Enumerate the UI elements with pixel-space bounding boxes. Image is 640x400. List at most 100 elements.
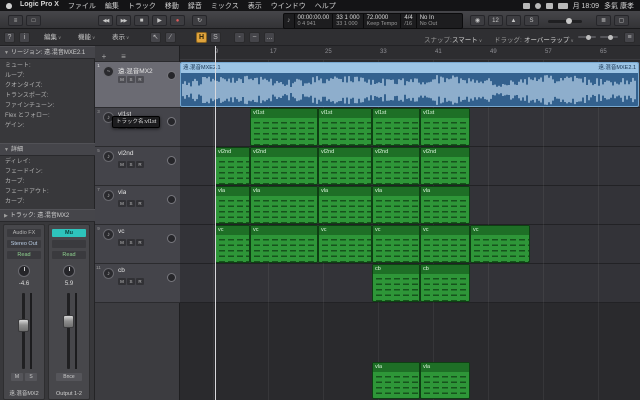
pan-knob[interactable] <box>18 265 30 277</box>
midi-region[interactable]: vla <box>318 186 372 224</box>
track-solo-button[interactable]: S <box>127 200 135 207</box>
strip-name[interactable]: Output 1-2 <box>49 391 89 397</box>
track-header[interactable]: 11 ♪ cb M S R <box>95 264 180 303</box>
track-mute-button[interactable]: M <box>118 161 126 168</box>
pan-knob[interactable] <box>63 265 75 277</box>
metronome-icon[interactable]: ▲ <box>506 15 521 26</box>
region-inspector-header[interactable]: ▼ リージョン: 遠.混音MXE2.1 <box>0 46 95 59</box>
snap-menu[interactable]: スマート∨ <box>452 34 482 44</box>
pointer-tool-icon[interactable]: ↖ <box>150 32 161 43</box>
functions-menu[interactable]: 機能∨ <box>78 32 95 43</box>
stop-button[interactable]: ■ <box>134 15 149 26</box>
midi-region[interactable]: vla <box>215 186 250 224</box>
more-inspector-row[interactable]: フェードアウト: <box>0 187 95 197</box>
lcd-midi-io-section[interactable]: No In No Out <box>417 14 440 28</box>
flex-icon[interactable]: ~ <box>249 32 260 43</box>
region-inspector-row[interactable]: ファインチューン: <box>0 101 95 111</box>
midi-region[interactable]: vla <box>420 186 470 224</box>
track-name[interactable]: vl2nd <box>118 150 134 157</box>
toolbar-toggle-icon[interactable]: ≡ <box>8 15 23 26</box>
arrange-area[interactable]: 9 17 25 33 41 49 57 65 遠.混音MXE2.1 遠.混音MXE2.1 vl… <box>180 46 640 400</box>
display-status-icon[interactable] <box>522 2 530 9</box>
menubar-item[interactable]: 表示 <box>248 1 262 11</box>
count-in-icon[interactable]: 12 <box>488 15 503 26</box>
midi-region[interactable]: vla <box>372 186 420 224</box>
automation-mode-slot[interactable]: Read <box>7 251 41 259</box>
region-inspector-row[interactable]: クオンタイズ: <box>0 81 95 91</box>
forward-button[interactable]: ▶▶ <box>116 15 131 26</box>
more-inspector-row[interactable]: ディレイ: <box>0 157 95 167</box>
more-inspector-row[interactable]: フェードイン: <box>0 167 95 177</box>
battery-status-icon[interactable] <box>557 2 568 9</box>
wifi-status-icon[interactable] <box>545 2 553 9</box>
menubar-item[interactable]: ファイル <box>68 1 96 11</box>
midi-region[interactable]: vl2nd <box>372 147 420 185</box>
menubar-item[interactable]: ウインドウ <box>271 1 306 11</box>
apple-menu-icon[interactable] <box>6 2 12 9</box>
midi-region[interactable]: cb <box>372 264 420 302</box>
track-mute-button[interactable]: M <box>118 239 126 246</box>
midi-region[interactable]: vla <box>420 362 470 399</box>
menubar-clock[interactable]: 月 18:09 <box>573 1 599 11</box>
fader-handle[interactable] <box>63 315 74 328</box>
zoom-h-knob[interactable] <box>586 34 591 40</box>
zoom-horizontal-slider[interactable] <box>578 34 596 40</box>
media-browser-icon[interactable]: ▢ <box>614 15 629 26</box>
track-pan-knob[interactable] <box>167 195 176 204</box>
view-menu[interactable]: 表示∨ <box>112 32 129 43</box>
lcd-position-section[interactable]: 33 1 000 33 1 000 <box>333 14 364 28</box>
midi-region[interactable]: vla <box>250 186 318 224</box>
midi-region[interactable]: vl1st <box>372 108 420 146</box>
midi-region[interactable]: vl1st <box>250 108 318 146</box>
lcd-mode-section[interactable]: ♪ <box>284 14 295 28</box>
audio-fx-slot[interactable]: Audio FX <box>7 229 41 237</box>
track-mute-button[interactable]: M <box>118 76 126 83</box>
audio-region[interactable]: 遠.混音MXE2.1 遠.混音MXE2.1 <box>180 62 639 107</box>
track-solo-button[interactable]: S <box>127 239 135 246</box>
track-record-button[interactable]: R <box>136 76 144 83</box>
midi-region[interactable]: vc <box>250 225 318 263</box>
empty-slot[interactable] <box>52 240 86 248</box>
region-inspector-row[interactable]: トランスポーズ: <box>0 91 95 101</box>
midi-region[interactable]: cb <box>420 264 470 302</box>
track-solo-button[interactable]: S <box>127 161 135 168</box>
track-header[interactable]: 1 ~ 遠.混音MX2 M S R <box>95 62 180 108</box>
mute-plugin-slot[interactable]: Mu <box>52 229 86 237</box>
track-pan-knob[interactable] <box>167 117 176 126</box>
volume-fader[interactable] <box>63 293 74 369</box>
automation-mode-slot[interactable]: Read <box>52 251 86 259</box>
strip-name[interactable]: 遠.混音MX2 <box>4 389 44 397</box>
list-editors-icon[interactable]: ≣ <box>596 15 611 26</box>
track-mute-button[interactable]: M <box>118 200 126 207</box>
record-button[interactable]: ● <box>170 15 185 26</box>
playhead[interactable] <box>215 46 216 400</box>
tuner-icon[interactable]: ◉ <box>470 15 485 26</box>
midi-region[interactable]: vc <box>420 225 470 263</box>
midi-region[interactable]: vl2nd <box>250 147 318 185</box>
cycle-button[interactable]: ↻ <box>192 15 207 26</box>
track-record-button[interactable]: R <box>136 239 144 246</box>
track-name[interactable]: cb <box>118 267 125 274</box>
solo-mode-icon[interactable]: S <box>524 15 539 26</box>
mixer-toggle-icon[interactable]: □ <box>26 15 41 26</box>
midi-region[interactable]: vc <box>372 225 420 263</box>
track-record-button[interactable]: R <box>136 200 144 207</box>
midi-region[interactable]: vc <box>470 225 530 263</box>
zoom-presets-icon[interactable]: ≡ <box>624 32 635 43</box>
bounce-button[interactable]: Bnce <box>56 373 82 381</box>
menubar-item[interactable]: 編集 <box>105 1 119 11</box>
output-slot[interactable]: Stereo Out <box>7 240 41 248</box>
strip-solo-button[interactable]: S <box>25 373 37 381</box>
more-inspector-row[interactable]: カーブ: <box>0 177 95 187</box>
midi-region[interactable]: vl1st <box>420 108 470 146</box>
midi-region[interactable]: vl1st <box>318 108 372 146</box>
rewind-button[interactable]: ◀◀ <box>98 15 113 26</box>
pencil-tool-icon[interactable]: ∕ <box>165 32 176 43</box>
catch-playhead-icon[interactable]: … <box>264 32 275 43</box>
midi-region[interactable]: vc <box>215 225 250 263</box>
lcd-tempo-section[interactable]: 72.0000 Keep Tempo <box>364 14 402 28</box>
master-volume-slider[interactable] <box>548 18 582 24</box>
track-solo-button[interactable]: S <box>127 278 135 285</box>
volume-fader[interactable] <box>18 293 29 369</box>
midi-region[interactable]: vl2nd <box>318 147 372 185</box>
